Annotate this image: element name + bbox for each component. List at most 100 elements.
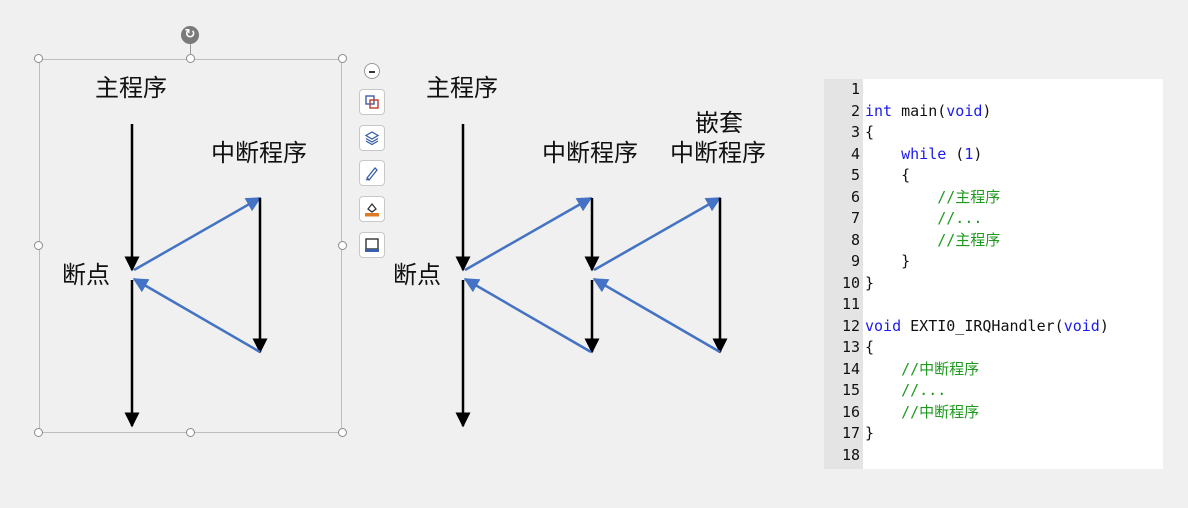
code-line[interactable]: 7 //... (824, 208, 1163, 230)
code-token: } (865, 424, 875, 442)
resize-handle-bottom-right[interactable] (338, 428, 347, 437)
code-token: ( (946, 144, 965, 163)
line-number: 3 (850, 123, 860, 141)
resize-handle-top-center[interactable] (186, 54, 195, 63)
minus-circle-icon[interactable] (364, 63, 380, 79)
line-number: 11 (841, 295, 860, 313)
code-line[interactable]: 4 while (1) (824, 144, 1163, 166)
code-token: ) (982, 101, 992, 120)
line-number: 12 (841, 316, 860, 335)
fill-icon[interactable] (359, 196, 385, 222)
code-token: EXTI0_IRQHandler( (901, 316, 1064, 335)
resize-handle-bottom-left[interactable] (34, 428, 43, 437)
code-token: //主程序 (937, 230, 1001, 249)
code-line[interactable]: 10} (824, 273, 1163, 295)
interrupt-entry-arrow-2 (464, 196, 593, 272)
code-text: } (865, 251, 910, 273)
nested-entry-arrow (593, 196, 722, 272)
line-number: 4 (850, 144, 860, 163)
code-text: //主程序 (865, 230, 1000, 252)
code-token: //中断程序 (901, 402, 980, 421)
line-number: 1 (850, 80, 860, 98)
code-text: //中断程序 (865, 359, 979, 381)
code-token: { (865, 123, 875, 141)
code-token: { (865, 166, 911, 184)
resize-handle-bottom-center[interactable] (186, 428, 195, 437)
code-line[interactable]: 8 //主程序 (824, 230, 1163, 252)
right-diagram-arrows (455, 124, 728, 428)
left-interrupt-program-label: 中断程序 (211, 139, 307, 167)
code-text: } (865, 423, 874, 445)
code-token: { (865, 338, 875, 356)
code-token: ) (973, 144, 983, 163)
line-number: 17 (841, 424, 860, 442)
code-token: //中断程序 (901, 359, 980, 378)
line-number: 18 (841, 445, 860, 464)
code-line[interactable]: 2 int main(void) (824, 101, 1163, 123)
line-number: 8 (850, 230, 860, 249)
frame-icon[interactable] (359, 232, 385, 258)
code-text: //主程序 (865, 187, 1000, 209)
resize-handle-middle-left[interactable] (34, 241, 43, 250)
left-breakpoint-label: 断点 (62, 261, 110, 289)
code-text: { (865, 122, 874, 144)
nested-label-line2: 中断程序 (670, 139, 766, 167)
code-token: //主程序 (937, 187, 1001, 206)
code-text: //... (865, 208, 982, 230)
resize-handle-middle-right[interactable] (338, 241, 347, 250)
line-number: 10 (841, 273, 860, 292)
code-text: //... (865, 380, 946, 402)
code-text: } (865, 273, 874, 295)
code-line[interactable]: 15 //... (824, 380, 1163, 402)
code-token: while (901, 144, 947, 163)
line-number: 6 (850, 187, 860, 206)
code-editor[interactable]: 1 2 int main(void) 3{4 while (1) 5 {6 //主程序 7… (824, 79, 1163, 469)
code-line[interactable]: 16 //中断程序 (824, 402, 1163, 424)
code-line[interactable]: 9 } (824, 251, 1163, 273)
rotate-icon[interactable]: ↻ (181, 26, 199, 44)
code-line[interactable]: 13 { (824, 337, 1163, 359)
code-token: void (1063, 316, 1100, 335)
code-line[interactable]: 11 (824, 294, 1163, 316)
code-line[interactable]: 12 void EXTI0_IRQHandler(void) (824, 316, 1163, 338)
left-main-program-label: 主程序 (95, 74, 167, 102)
code-text: void EXTI0_IRQHandler(void) (865, 316, 1109, 338)
code-token: ) (1099, 316, 1109, 335)
resize-handle-top-left[interactable] (34, 54, 43, 63)
code-line[interactable]: 18 (824, 445, 1163, 467)
right-interrupt-program-label: 中断程序 (542, 139, 638, 167)
layers-icon[interactable] (359, 125, 385, 151)
pen-icon[interactable] (359, 160, 385, 186)
line-number: 16 (841, 402, 860, 421)
code-line[interactable]: 3{ (824, 122, 1163, 144)
line-number: 2 (850, 101, 860, 120)
right-main-program-label: 主程序 (426, 74, 498, 102)
line-number: 9 (850, 252, 860, 270)
code-line[interactable]: 1 (824, 79, 1163, 101)
code-line[interactable]: 5 { (824, 165, 1163, 187)
code-text: { (865, 337, 874, 359)
code-text: while (1) (865, 144, 982, 166)
crop-icon[interactable] (359, 89, 385, 115)
code-token: int (865, 101, 893, 120)
selection-frame[interactable] (39, 59, 342, 433)
code-line[interactable]: 6 //主程序 (824, 187, 1163, 209)
nested-return-arrow (592, 277, 721, 354)
code-line[interactable]: 14 //中断程序 (824, 359, 1163, 381)
code-token: void (865, 316, 902, 335)
code-token: } (865, 273, 875, 292)
resize-handle-top-right[interactable] (338, 54, 347, 63)
code-token: main( (892, 101, 947, 120)
code-token: //... (937, 209, 983, 227)
interrupt-return-arrow-2 (463, 277, 592, 354)
code-line[interactable]: 17} (824, 423, 1163, 445)
code-token: void (946, 101, 983, 120)
line-number: 15 (841, 381, 860, 399)
